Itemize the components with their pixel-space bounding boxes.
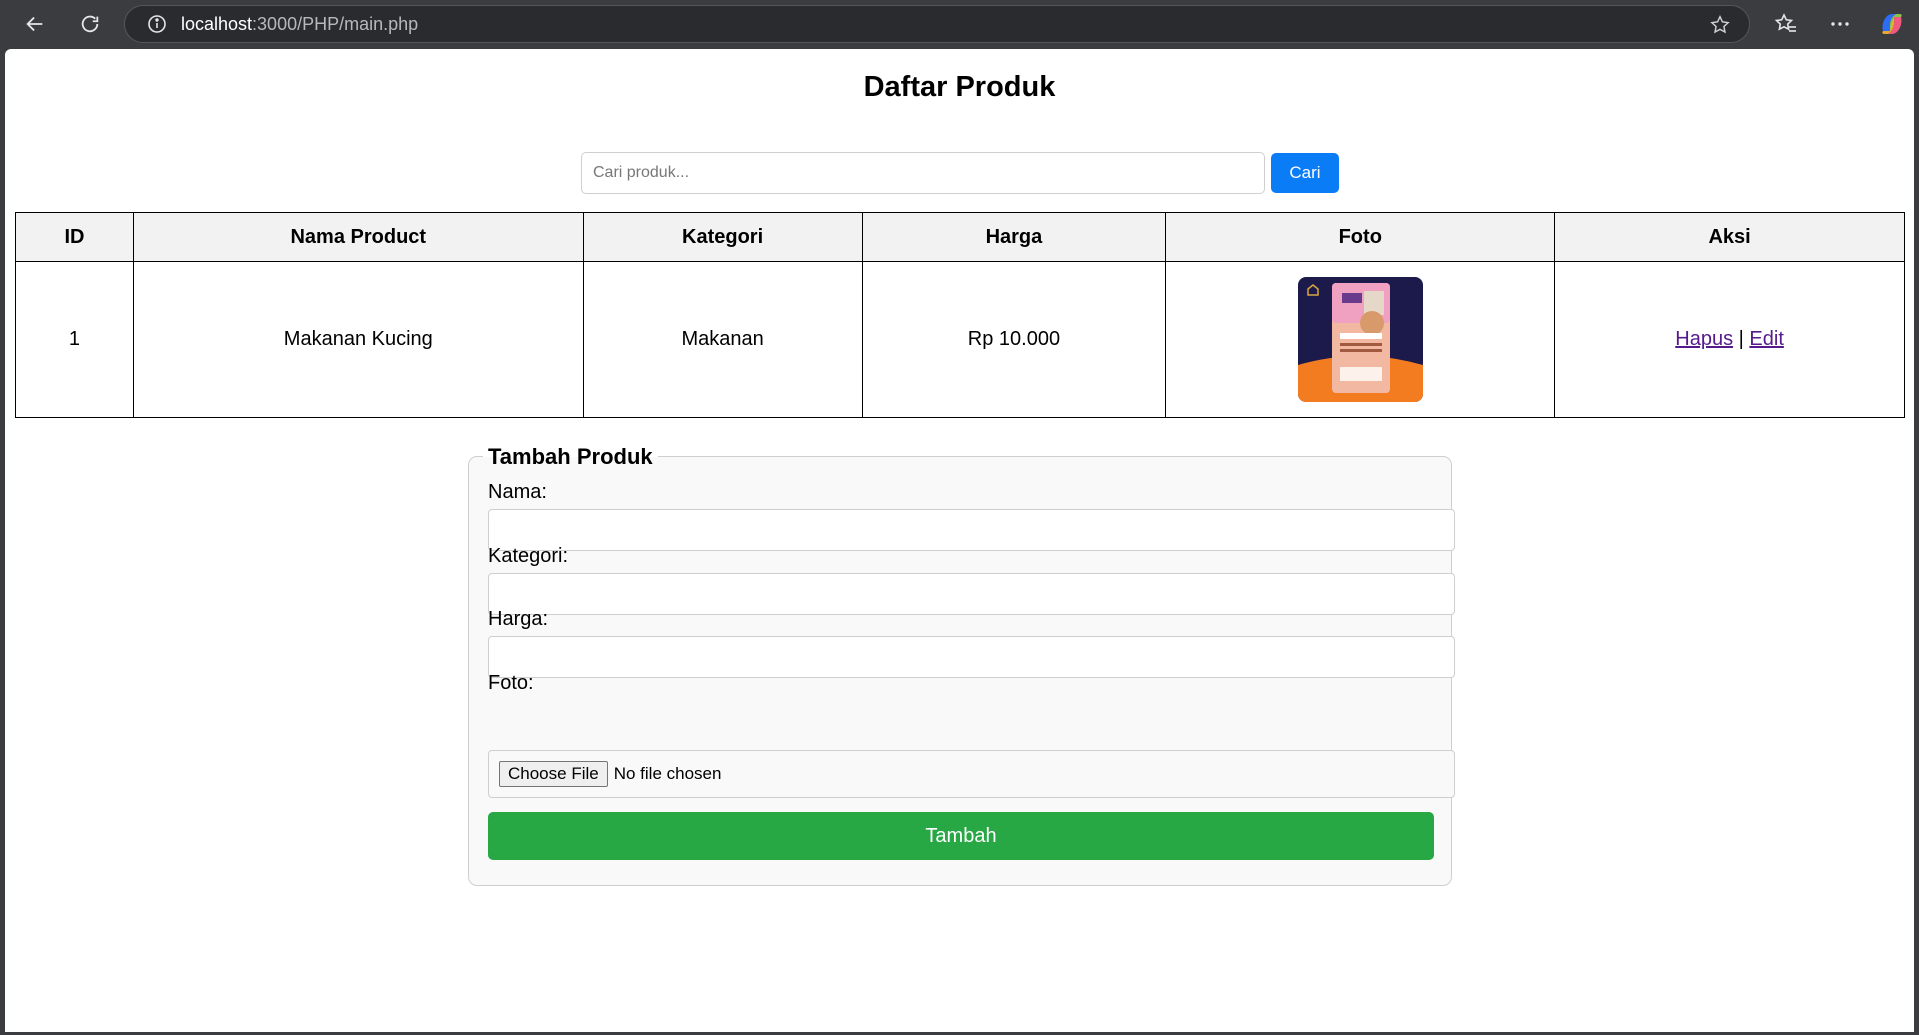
url-host: localhost: [181, 13, 253, 34]
header-aksi: Aksi: [1554, 212, 1905, 262]
page-viewport: Daftar Produk Cari ID Nama Product Kateg…: [5, 49, 1914, 1032]
tambah-button[interactable]: Tambah: [488, 812, 1434, 860]
header-id: ID: [15, 212, 134, 262]
harga-input[interactable]: [488, 636, 1455, 678]
page-title: Daftar Produk: [863, 71, 1056, 103]
foto-file-input: Choose File No file chosen: [488, 750, 1455, 798]
search-button[interactable]: Cari: [1271, 153, 1339, 193]
nama-label: Nama:: [488, 481, 547, 503]
copilot-icon[interactable]: [1877, 9, 1907, 39]
add-product-form: Tambah Produk Nama: Kategori: Harga: Fot…: [468, 444, 1455, 886]
info-icon[interactable]: [147, 14, 167, 34]
cell-nama: Makanan Kucing: [132, 261, 584, 418]
cell-foto: [1165, 261, 1556, 418]
search-input[interactable]: [581, 152, 1265, 194]
edit-link[interactable]: Edit: [1749, 328, 1783, 350]
browser-chrome: localhost:3000/PHP/main.php: [0, 0, 1919, 48]
more-menu-icon[interactable]: [1826, 10, 1854, 38]
product-photo: [1297, 277, 1423, 402]
cell-kategori: Makanan: [582, 261, 863, 418]
kategori-label: Kategori:: [488, 545, 569, 567]
address-bar[interactable]: localhost:3000/PHP/main.php: [124, 5, 1750, 43]
kategori-input[interactable]: [488, 573, 1455, 615]
header-foto: Foto: [1165, 212, 1556, 262]
choose-file-button[interactable]: Choose File: [499, 761, 608, 787]
cell-harga: Rp 10.000: [861, 261, 1167, 418]
file-status: No file chosen: [613, 764, 722, 783]
form-legend: Tambah Produk: [483, 444, 658, 470]
foto-label: Foto:: [488, 672, 534, 694]
favorite-star-icon[interactable]: [1709, 14, 1731, 36]
header-kategori: Kategori: [582, 212, 863, 262]
reload-icon: [81, 15, 99, 33]
back-button[interactable]: [19, 9, 51, 39]
table-row: 1 Makanan Kucing Makanan Rp 10.000 Hapus…: [15, 261, 1905, 418]
cell-aksi: Hapus | Edit: [1554, 261, 1905, 418]
nama-input[interactable]: [488, 509, 1455, 551]
reload-button[interactable]: [74, 9, 106, 39]
product-table: ID Nama Product Kategori Harga Foto Aksi…: [15, 212, 1905, 418]
header-nama-product: Nama Product: [132, 212, 584, 262]
aksi-separator: |: [1738, 328, 1744, 350]
table-header-row: ID Nama Product Kategori Harga Foto Aksi: [15, 212, 1905, 262]
url-text: localhost:3000/PHP/main.php: [181, 14, 418, 35]
url-path: :3000/PHP/main.php: [252, 13, 419, 34]
cell-id: 1: [15, 261, 134, 418]
favorites-icon[interactable]: [1772, 10, 1800, 38]
header-harga: Harga: [861, 212, 1167, 262]
harga-label: Harga:: [488, 608, 549, 630]
hapus-link[interactable]: Hapus: [1675, 328, 1733, 350]
back-arrow-icon: [26, 16, 43, 32]
